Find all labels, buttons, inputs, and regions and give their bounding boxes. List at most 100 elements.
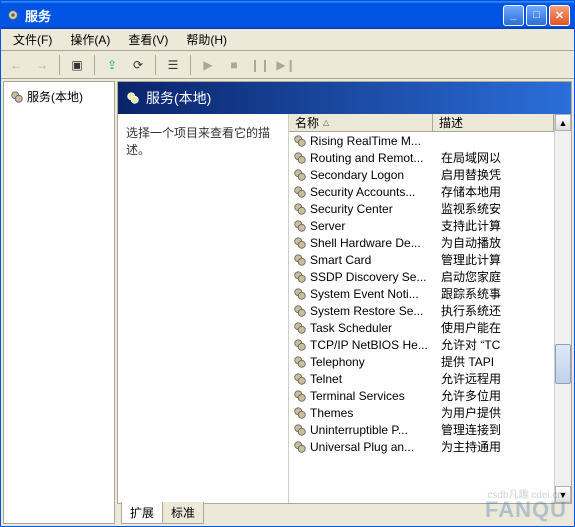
list-item[interactable]: Shell Hardware De...为自动播放: [289, 234, 554, 251]
service-name: Task Scheduler: [310, 321, 392, 335]
services-window: 服务 _ □ ✕ 文件(F) 操作(A) 查看(V) 帮助(H) ← → ▣ ⇪…: [0, 0, 575, 527]
properties-button[interactable]: ☰: [162, 54, 184, 76]
list-item[interactable]: Terminal Services允许多位用: [289, 387, 554, 404]
tab-standard[interactable]: 标准: [162, 502, 204, 524]
restart-button: ▶❙: [275, 54, 297, 76]
service-name: Rising RealTime M...: [310, 134, 421, 148]
scroll-up-button[interactable]: ▲: [555, 114, 571, 131]
column-name[interactable]: 名称 △: [289, 114, 433, 131]
window-buttons: _ □ ✕: [503, 5, 570, 26]
column-desc[interactable]: 描述: [433, 114, 554, 131]
list-item[interactable]: Themes 为用户提供: [289, 404, 554, 421]
list-item[interactable]: Rising RealTime M...: [289, 132, 554, 149]
list-item[interactable]: System Restore Se...执行系统还: [289, 302, 554, 319]
tree-root-label: 服务(本地): [27, 88, 83, 105]
scroll-thumb[interactable]: [555, 344, 571, 384]
list-item[interactable]: SSDP Discovery Se...启动您家庭: [289, 268, 554, 285]
start-button: ▶: [197, 54, 219, 76]
list-rows: Rising RealTime M...Routing and Remot...…: [289, 132, 554, 455]
service-icon: [293, 253, 307, 267]
service-name: Themes: [310, 406, 353, 420]
toolbar-separator: [94, 55, 95, 75]
service-desc: 为用户提供: [441, 406, 501, 420]
list-item[interactable]: TCP/IP NetBIOS He...允许对 “TC: [289, 336, 554, 353]
service-icon: [293, 304, 307, 318]
service-icon: [293, 321, 307, 335]
service-name: Server: [310, 219, 345, 233]
service-desc: 在局域网以: [441, 151, 501, 165]
menu-help[interactable]: 帮助(H): [178, 29, 235, 50]
window-title: 服务: [25, 6, 503, 25]
service-icon: [293, 134, 307, 148]
service-name: System Event Noti...: [310, 287, 419, 301]
service-desc: 启用替换凭: [441, 168, 501, 182]
service-name: Telnet: [310, 372, 342, 386]
forward-button: →: [31, 54, 53, 76]
list-item[interactable]: Telnet允许远程用: [289, 370, 554, 387]
tree-pane[interactable]: 服务(本地): [3, 81, 115, 524]
services-list[interactable]: 名称 △ 描述 Rising RealTime M...Routing and …: [289, 114, 554, 503]
close-button[interactable]: ✕: [549, 5, 570, 26]
service-icon: [293, 406, 307, 420]
scroll-down-button[interactable]: ▼: [555, 486, 571, 503]
service-icon: [293, 202, 307, 216]
menu-file[interactable]: 文件(F): [5, 29, 60, 50]
service-desc: 为主持通用: [441, 440, 501, 454]
service-desc: 管理连接到: [441, 423, 501, 437]
list-item[interactable]: Security Accounts...存储本地用: [289, 183, 554, 200]
service-icon: [293, 219, 307, 233]
service-desc: 支持此计算: [441, 219, 501, 233]
service-desc: 提供 TAPI: [441, 355, 494, 369]
list-item[interactable]: Security Center监视系统安: [289, 200, 554, 217]
titlebar[interactable]: 服务 _ □ ✕: [1, 1, 574, 29]
service-icon: [293, 355, 307, 369]
list-item[interactable]: Task Scheduler使用户能在: [289, 319, 554, 336]
export-button[interactable]: ⇪: [101, 54, 123, 76]
service-name: Secondary Logon: [310, 168, 404, 182]
list-item[interactable]: Universal Plug an...为主持通用: [289, 438, 554, 455]
toolbar: ← → ▣ ⇪ ⟳ ☰ ▶ ■ ❙❙ ▶❙: [1, 51, 574, 79]
service-desc: 跟踪系统事: [441, 287, 501, 301]
list-pane: 名称 △ 描述 Rising RealTime M...Routing and …: [288, 114, 571, 503]
service-icon: [293, 151, 307, 165]
list-item[interactable]: System Event Noti... 跟踪系统事: [289, 285, 554, 302]
minimize-button[interactable]: _: [503, 5, 524, 26]
vertical-scrollbar[interactable]: ▲ ▼: [554, 114, 571, 503]
menubar: 文件(F) 操作(A) 查看(V) 帮助(H): [1, 29, 574, 51]
service-icon: [293, 389, 307, 403]
list-item[interactable]: Server 支持此计算: [289, 217, 554, 234]
service-name: Security Accounts...: [310, 185, 415, 199]
list-item[interactable]: Uninterruptible P...管理连接到: [289, 421, 554, 438]
service-icon: [293, 372, 307, 386]
list-header: 名称 △ 描述: [289, 114, 554, 132]
show-hide-tree-button[interactable]: ▣: [66, 54, 88, 76]
service-icon: [293, 185, 307, 199]
maximize-button[interactable]: □: [526, 5, 547, 26]
service-desc: 监视系统安: [441, 202, 501, 216]
toolbar-separator: [155, 55, 156, 75]
service-icon: [293, 236, 307, 250]
menu-action[interactable]: 操作(A): [62, 29, 118, 50]
service-icon: [293, 270, 307, 284]
list-item[interactable]: Telephony提供 TAPI: [289, 353, 554, 370]
sort-asc-icon: △: [323, 118, 329, 127]
tab-extended[interactable]: 扩展: [121, 502, 163, 524]
body-area: 服务(本地) 服务(本地) 选择一个项目来查看它的描述。: [1, 79, 574, 526]
detail-area: 服务(本地) 选择一个项目来查看它的描述。 名称 △: [117, 81, 572, 504]
refresh-button[interactable]: ⟳: [127, 54, 149, 76]
list-item[interactable]: Secondary Logon 启用替换凭: [289, 166, 554, 183]
list-item[interactable]: Smart Card管理此计算: [289, 251, 554, 268]
service-name: Smart Card: [310, 253, 371, 267]
list-item[interactable]: Routing and Remot...在局域网以: [289, 149, 554, 166]
service-name: Shell Hardware De...: [310, 236, 421, 250]
description-prompt: 选择一个项目来查看它的描述。: [126, 126, 270, 157]
menu-view[interactable]: 查看(V): [120, 29, 176, 50]
service-icon: [293, 168, 307, 182]
service-name: System Restore Se...: [310, 304, 423, 318]
tree-root-item[interactable]: 服务(本地): [8, 86, 110, 107]
scroll-track[interactable]: [555, 131, 571, 486]
detail-header-label: 服务(本地): [146, 88, 211, 108]
detail-body: 选择一个项目来查看它的描述。 名称 △ 描述: [118, 114, 571, 503]
toolbar-separator: [190, 55, 191, 75]
service-icon: [293, 287, 307, 301]
